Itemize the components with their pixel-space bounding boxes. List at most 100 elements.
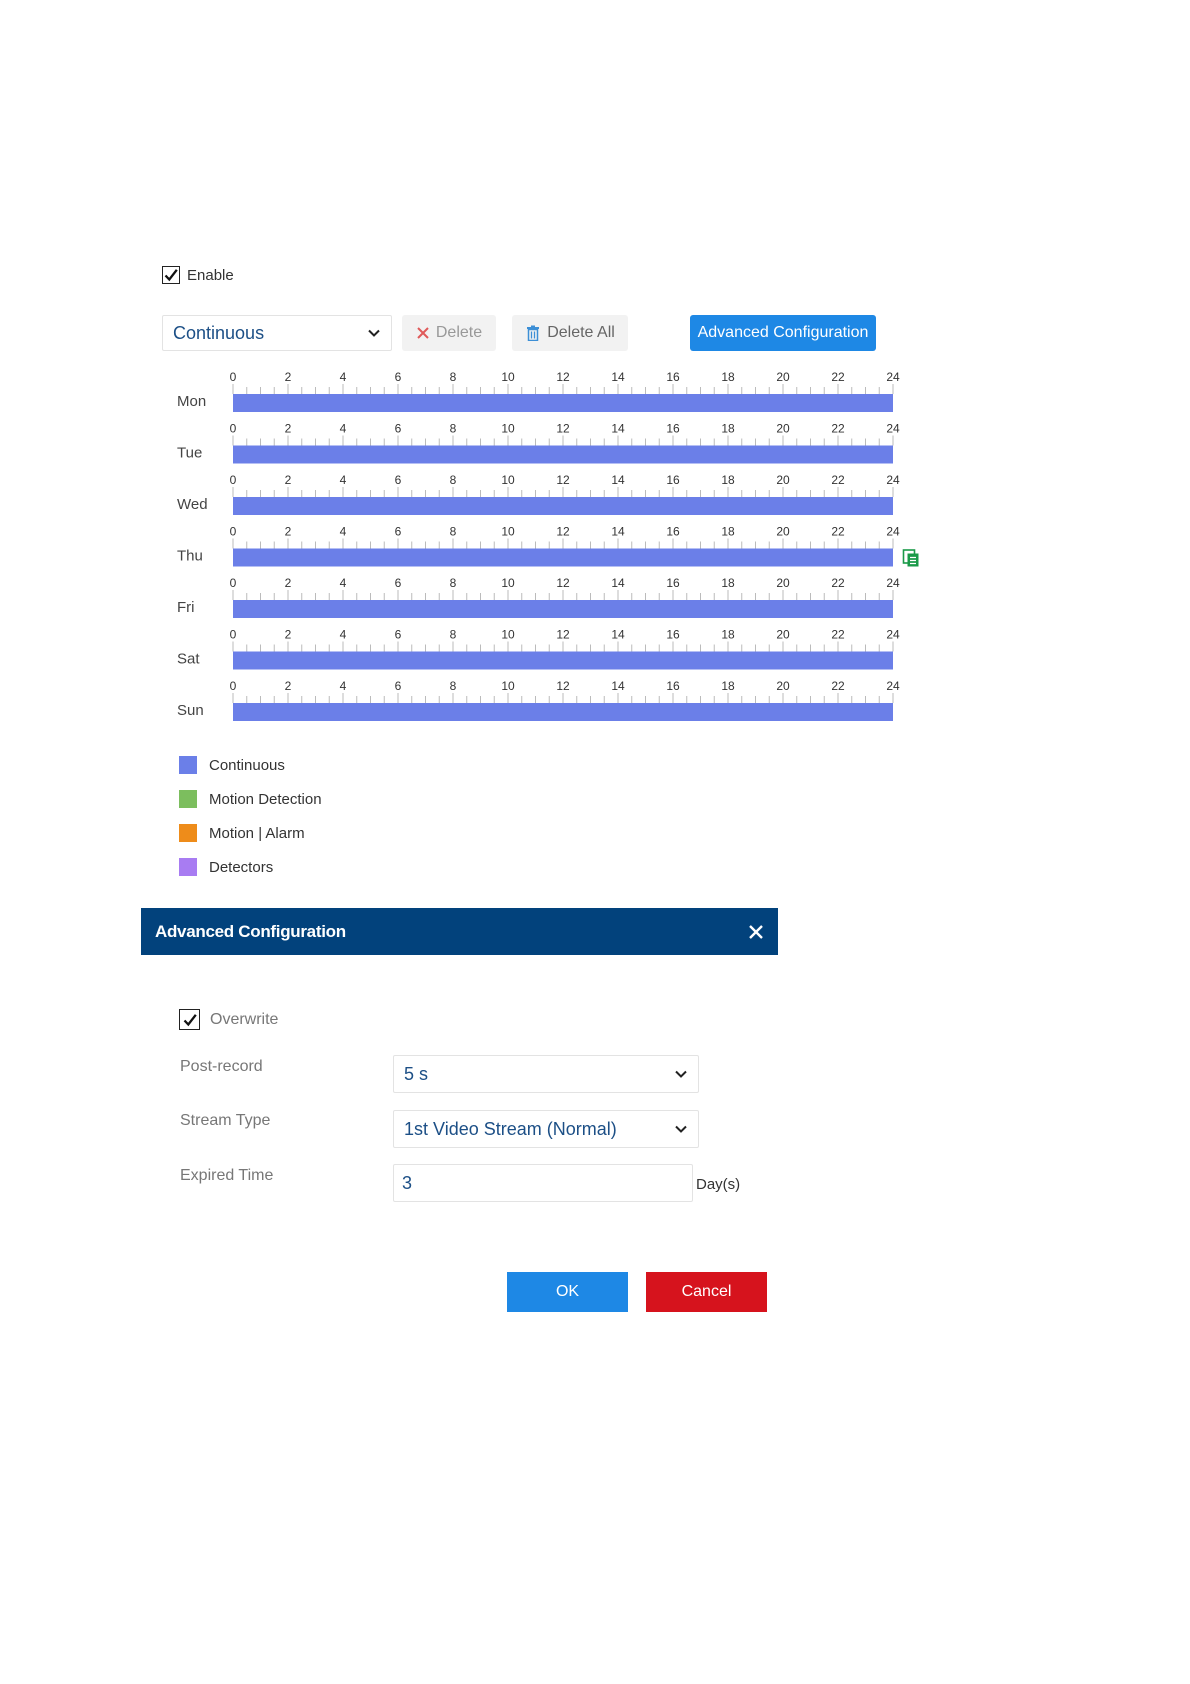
legend-item: Motion | Alarm	[179, 816, 322, 850]
cancel-button[interactable]: Cancel	[646, 1272, 767, 1312]
legend-label: Continuous	[209, 756, 285, 774]
expired-time-label: Expired Time	[180, 1167, 274, 1184]
hour-tick-label: 12	[556, 576, 570, 590]
hour-tick-label: 2	[285, 628, 292, 642]
hour-tick-label: 6	[395, 628, 402, 642]
hour-tick-label: 14	[611, 525, 625, 539]
hour-tick-label: 4	[340, 473, 347, 487]
post-record-label: Post-record	[180, 1058, 263, 1075]
hour-tick-label: 6	[395, 473, 402, 487]
stream-type-value: 1st Video Stream (Normal)	[404, 1118, 617, 1139]
hour-tick-label: 18	[721, 525, 735, 539]
hour-tick-label: 6	[395, 576, 402, 590]
hour-tick-label: 6	[395, 370, 402, 384]
schedule-segment[interactable]	[233, 497, 893, 515]
hour-tick-label: 14	[611, 422, 625, 436]
hour-tick-label: 2	[285, 525, 292, 539]
hour-tick-label: 10	[501, 525, 515, 539]
hour-tick-label: 8	[450, 525, 457, 539]
legend-label: Motion | Alarm	[209, 824, 305, 842]
hour-tick-label: 18	[721, 473, 735, 487]
hour-tick-label: 6	[395, 422, 402, 436]
hour-tick-label: 8	[450, 628, 457, 642]
hour-tick-label: 0	[230, 473, 237, 487]
day-label: Tue	[177, 445, 202, 462]
legend-label: Detectors	[209, 858, 274, 876]
hour-tick-label: 0	[230, 370, 237, 384]
hour-tick-label: 18	[721, 422, 735, 436]
hour-tick-label: 4	[340, 525, 347, 539]
ok-label: OK	[555, 1283, 580, 1300]
legend-label: Motion Detection	[209, 790, 322, 808]
hour-tick-label: 2	[285, 370, 292, 384]
checkmark-icon	[183, 1013, 197, 1026]
hour-tick-label: 8	[450, 679, 457, 693]
stream-type-select[interactable]: 1st Video Stream (Normal)	[393, 1110, 699, 1148]
hour-tick-label: 16	[666, 576, 680, 590]
hour-tick-label: 2	[285, 679, 292, 693]
hour-tick-label: 6	[395, 679, 402, 693]
schedule-segment[interactable]	[233, 394, 893, 412]
schedule-segment[interactable]	[233, 445, 893, 464]
hour-tick-label: 0	[230, 679, 237, 693]
chevron-down-icon	[675, 1125, 687, 1133]
weekly-schedule[interactable]: 0 2 4 6 8 10 12 14 16 18 20 22 24Mon0 2 4 6 8 10 12 14 16 18 2…	[0, 0, 1190, 740]
hour-tick-label: 12	[556, 628, 570, 642]
hour-tick-label: 8	[450, 473, 457, 487]
hour-tick-label: 20	[776, 679, 790, 693]
overwrite-checkbox[interactable]	[179, 1009, 200, 1030]
post-record-value: 5 s	[404, 1063, 429, 1084]
hour-tick-label: 2	[285, 422, 292, 436]
post-record-select[interactable]: 5 s	[393, 1055, 699, 1093]
close-icon[interactable]	[746, 922, 766, 942]
day-label: Wed	[177, 496, 208, 513]
hour-tick-label: 16	[666, 679, 680, 693]
schedule-segment[interactable]	[233, 703, 893, 721]
copy-icon[interactable]	[902, 549, 919, 567]
hour-tick-label: 22	[831, 422, 845, 436]
hour-tick-label: 0	[230, 422, 237, 436]
hour-tick-label: 24	[886, 679, 900, 693]
hour-tick-label: 18	[721, 370, 735, 384]
hour-tick-label: 22	[831, 576, 845, 590]
legend-swatch	[179, 858, 197, 876]
hour-tick-label: 12	[556, 473, 570, 487]
hour-tick-label: 2	[285, 576, 292, 590]
hour-tick-label: 0	[230, 576, 237, 590]
legend: Continuous Motion Detection Motion | Alarm…	[179, 748, 322, 884]
hour-tick-label: 12	[556, 422, 570, 436]
hour-tick-label: 14	[611, 576, 625, 590]
hour-tick-label: 16	[666, 473, 680, 487]
overwrite-row: Overwrite	[179, 1009, 278, 1030]
hour-tick-label: 10	[501, 473, 515, 487]
hour-tick-label: 24	[886, 422, 900, 436]
hour-tick-label: 10	[501, 576, 515, 590]
hour-tick-label: 24	[886, 473, 900, 487]
schedule-segment[interactable]	[233, 548, 893, 567]
schedule-segment[interactable]	[233, 600, 893, 618]
day-label: Sat	[177, 651, 200, 668]
dialog-header: Advanced Configuration	[141, 908, 778, 955]
legend-swatch	[179, 756, 197, 774]
hour-tick-label: 6	[395, 525, 402, 539]
hour-tick-label: 18	[721, 576, 735, 590]
hour-tick-label: 22	[831, 628, 845, 642]
legend-item: Continuous	[179, 748, 322, 782]
ok-button[interactable]: OK	[507, 1272, 628, 1312]
hour-tick-label: 18	[721, 679, 735, 693]
hour-tick-label: 22	[831, 679, 845, 693]
hour-tick-label: 22	[831, 525, 845, 539]
day-label: Fri	[177, 599, 195, 616]
hour-tick-label: 4	[340, 679, 347, 693]
schedule-segment[interactable]	[233, 651, 893, 670]
hour-tick-label: 20	[776, 628, 790, 642]
hour-tick-label: 14	[611, 473, 625, 487]
hour-tick-label: 10	[501, 628, 515, 642]
hour-tick-label: 20	[776, 473, 790, 487]
hour-tick-label: 20	[776, 525, 790, 539]
legend-item: Motion Detection	[179, 782, 322, 816]
hour-tick-label: 2	[285, 473, 292, 487]
hour-tick-label: 12	[556, 370, 570, 384]
expired-time-input[interactable]	[393, 1164, 693, 1202]
hour-tick-label: 14	[611, 679, 625, 693]
